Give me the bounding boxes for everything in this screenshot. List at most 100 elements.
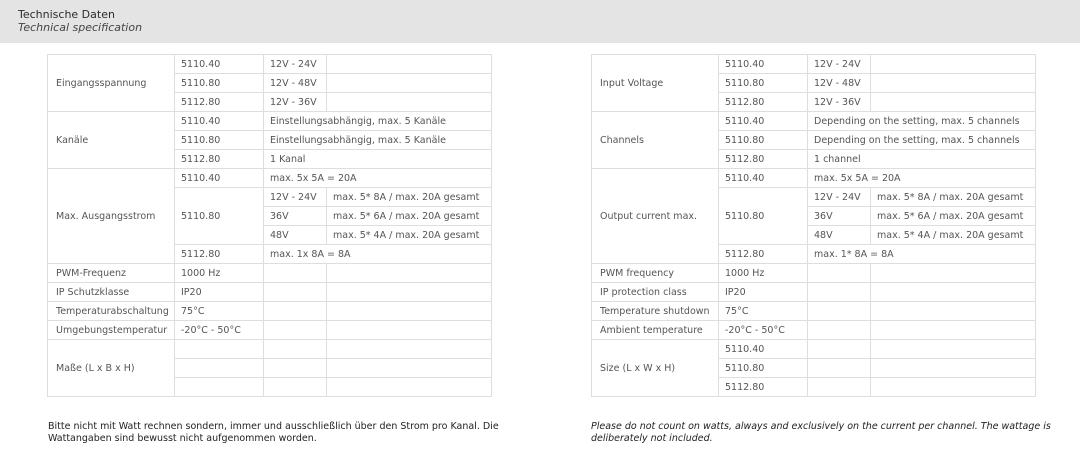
voltage-cell: 12V - 24V [263,187,327,207]
size-label: Size (L x W x H) [591,339,719,397]
empty-cell [326,320,492,340]
empty-cell [263,320,327,340]
model-cell: 5110.40 [174,168,264,188]
output-cell: max. 5* 4A / max. 20A gesamt [326,225,492,245]
section-title: Technische Daten [18,8,115,21]
section-header: Technische Daten Technical specification [0,0,1080,43]
channels-cell: Einstellungsabhängig, max. 5 Kanäle [263,111,492,131]
model-cell: 5112.80 [718,92,808,112]
channels-label: Channels [591,111,719,169]
voltage-cell: 12V - 36V [263,92,327,112]
empty-cell [870,54,1036,74]
pwm-value: 1000 Hz [718,263,808,283]
model-cell: 5110.80 [718,130,808,150]
voltage-cell: 12V - 48V [263,73,327,93]
empty-cell [870,339,1036,359]
model-cell: 5112.80 [174,149,264,169]
voltage-cell: 36V [263,206,327,226]
empty-cell [326,339,492,359]
model-cell: 5110.80 [174,187,264,245]
empty-cell [263,301,327,321]
table-row: PWM-Frequenz 1000 Hz [47,263,492,283]
empty-cell [174,377,264,397]
empty-cell [326,377,492,397]
table-row: IP protection class IP20 [591,282,1036,302]
empty-cell [174,358,264,378]
empty-cell [807,282,871,302]
voltage-cell: 36V [807,206,871,226]
table-row: Kanäle 5110.40 Einstellungsabhängig, max… [47,111,492,169]
size-label: Maße (L x B x H) [47,339,175,397]
channels-cell: 1 Kanal [263,149,492,169]
model-cell: 5110.80 [718,187,808,245]
channels-cell: 1 channel [807,149,1036,169]
voltage-cell: 48V [807,225,871,245]
empty-cell [870,282,1036,302]
empty-cell [870,358,1036,378]
output-cell: max. 5* 6A / max. 20A gesamt [870,206,1036,226]
table-row: Umgebungstemperatur -20°C - 50°C [47,320,492,340]
model-cell: 5112.80 [718,149,808,169]
temp-shutdown-label: Temperature shutdown [591,301,719,321]
model-cell: 5110.40 [718,339,808,359]
model-cell: 5110.40 [718,54,808,74]
empty-cell [326,282,492,302]
empty-cell [807,263,871,283]
pwm-label: PWM-Frequenz [47,263,175,283]
ambient-temp-label: Umgebungstemperatur [47,320,175,340]
empty-cell [263,339,327,359]
ambient-temp-value: -20°C - 50°C [718,320,808,340]
model-cell: 5110.80 [174,73,264,93]
empty-cell [326,54,492,74]
model-cell: 5110.40 [718,168,808,188]
output-current-label: Max. Ausgangsstrom [47,168,175,264]
voltage-cell: 12V - 48V [807,73,871,93]
empty-cell [870,320,1036,340]
model-cell: 5112.80 [718,377,808,397]
empty-cell [263,377,327,397]
output-current-label: Output current max. [591,168,719,264]
output-cell: max. 1x 8A = 8A [263,244,492,264]
voltage-cell: 12V - 24V [263,54,327,74]
model-cell: 5110.80 [174,130,264,150]
temp-shutdown-value: 75°C [174,301,264,321]
voltage-cell: 12V - 24V [807,54,871,74]
model-cell: 5110.80 [718,358,808,378]
voltage-cell: 48V [263,225,327,245]
section-subtitle: Technical specification [18,21,143,34]
table-row: PWM frequency 1000 Hz [591,263,1036,283]
empty-cell [263,358,327,378]
model-cell: 5112.80 [174,92,264,112]
spec-table-german: Eingangsspannung 5110.40 12V - 24V 5110.… [47,54,492,397]
empty-cell [807,339,871,359]
table-row: Ambient temperature -20°C - 50°C [591,320,1036,340]
empty-cell [870,263,1036,283]
pwm-value: 1000 Hz [174,263,264,283]
empty-cell [870,377,1036,397]
model-cell: 5110.40 [174,54,264,74]
model-cell: 5110.40 [718,111,808,131]
input-voltage-label: Eingangsspannung [47,54,175,112]
empty-cell [870,73,1036,93]
table-row: Temperaturabschaltung 75°C [47,301,492,321]
table-row: Temperature shutdown 75°C [591,301,1036,321]
output-cell: max. 5* 8A / max. 20A gesamt [870,187,1036,207]
output-cell: max. 5x 5A = 20A [263,168,492,188]
channels-label: Kanäle [47,111,175,169]
table-row: Maße (L x B x H) [47,339,492,397]
output-cell: max. 5* 4A / max. 20A gesamt [870,225,1036,245]
empty-cell [326,358,492,378]
model-cell: 5110.40 [174,111,264,131]
empty-cell [174,339,264,359]
input-voltage-label: Input Voltage [591,54,719,112]
ip-value: IP20 [174,282,264,302]
output-cell: max. 5* 8A / max. 20A gesamt [326,187,492,207]
voltage-cell: 12V - 36V [807,92,871,112]
output-cell: max. 1* 8A = 8A [807,244,1036,264]
spec-table-english: Input Voltage 5110.40 12V - 24V 5110.80 … [591,54,1036,397]
model-cell: 5110.80 [718,73,808,93]
note-german: Bitte nicht mit Watt rechnen sondern, im… [48,421,499,444]
empty-cell [807,377,871,397]
empty-cell [807,320,871,340]
channels-cell: Depending on the setting, max. 5 channel… [807,130,1036,150]
